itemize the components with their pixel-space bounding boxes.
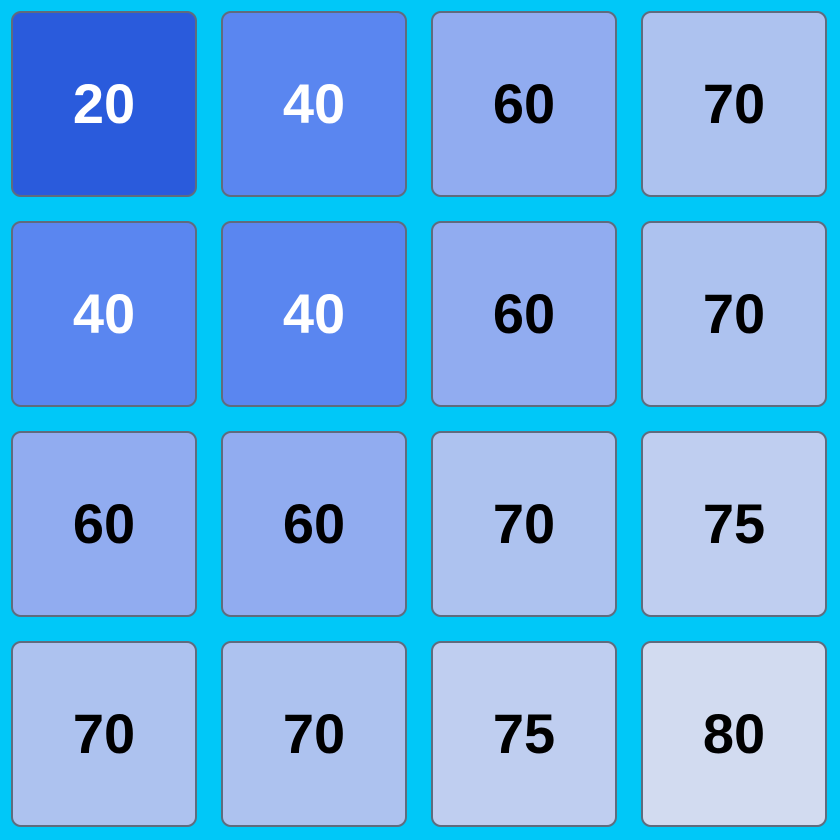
game-board: 20 40 60 70 40 40 60 70 60 60 70 75 70 7… bbox=[0, 0, 840, 840]
tile-label: 80 bbox=[702, 702, 766, 765]
tile-label: 40 bbox=[72, 282, 136, 345]
tile-label: 75 bbox=[702, 492, 766, 555]
tile-label: 70 bbox=[72, 702, 136, 765]
tile-r2-c1[interactable]: 40 bbox=[11, 221, 197, 407]
tile-label: 70 bbox=[492, 492, 556, 555]
tile-label: 70 bbox=[282, 702, 346, 765]
tile-label: 60 bbox=[72, 492, 136, 555]
tile-r2-c3[interactable]: 60 bbox=[431, 221, 617, 407]
tile-label: 75 bbox=[492, 702, 556, 765]
tile-label: 70 bbox=[702, 282, 766, 345]
tile-r3-c1[interactable]: 60 bbox=[11, 431, 197, 617]
tile-r3-c2[interactable]: 60 bbox=[221, 431, 407, 617]
tile-label: 40 bbox=[282, 282, 346, 345]
tile-r1-c4[interactable]: 70 bbox=[641, 11, 827, 197]
tile-label: 70 bbox=[702, 72, 766, 135]
tile-r1-c3[interactable]: 60 bbox=[431, 11, 617, 197]
tile-r3-c4[interactable]: 75 bbox=[641, 431, 827, 617]
tile-r2-c2[interactable]: 40 bbox=[221, 221, 407, 407]
tile-r4-c3[interactable]: 75 bbox=[431, 641, 617, 827]
tile-label: 60 bbox=[492, 72, 556, 135]
tile-r1-c1[interactable]: 20 bbox=[11, 11, 197, 197]
tile-r1-c2[interactable]: 40 bbox=[221, 11, 407, 197]
tile-label: 60 bbox=[492, 282, 556, 345]
tile-label: 20 bbox=[72, 72, 136, 135]
tile-r4-c4[interactable]: 80 bbox=[641, 641, 827, 827]
tile-r2-c4[interactable]: 70 bbox=[641, 221, 827, 407]
tile-label: 40 bbox=[282, 72, 346, 135]
tile-label: 60 bbox=[282, 492, 346, 555]
tile-r4-c2[interactable]: 70 bbox=[221, 641, 407, 827]
tile-r4-c1[interactable]: 70 bbox=[11, 641, 197, 827]
tile-r3-c3[interactable]: 70 bbox=[431, 431, 617, 617]
